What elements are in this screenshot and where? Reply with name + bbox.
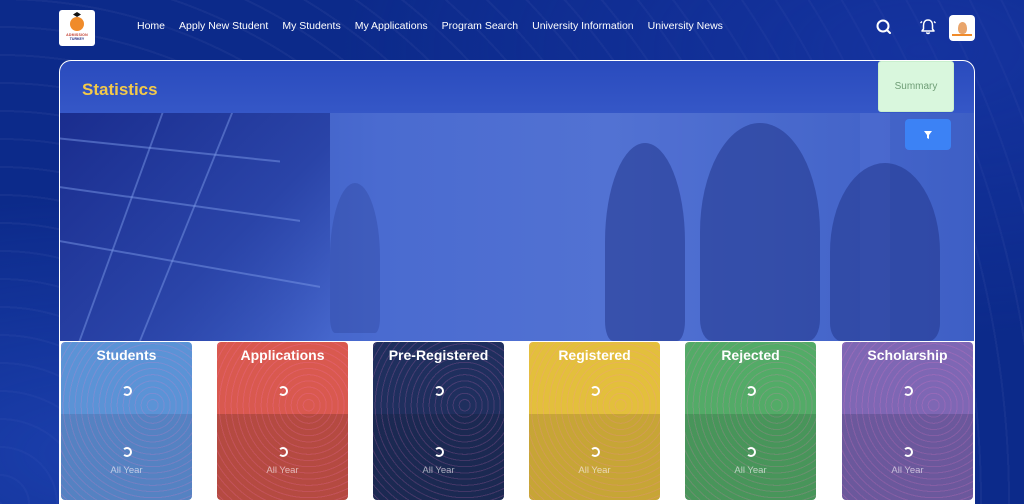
user-avatar[interactable]	[949, 15, 975, 41]
loading-spinner-icon	[122, 386, 132, 396]
admission-turkey-logo[interactable]: ADMISSION TURKEY	[59, 10, 95, 46]
nav-university-news[interactable]: University News	[648, 20, 723, 32]
stat-card-label: Scholarship	[867, 347, 948, 363]
search-icon[interactable]	[874, 17, 894, 37]
stat-cards-row: Students All Year Applications All Year …	[60, 341, 974, 504]
stat-card-label: Rejected	[721, 347, 780, 363]
nav-home[interactable]: Home	[137, 20, 165, 32]
bell-icon[interactable]	[918, 17, 938, 37]
loading-spinner-icon	[278, 386, 288, 396]
loading-spinner-icon	[746, 386, 756, 396]
stat-card-label: Registered	[558, 347, 631, 363]
loading-spinner-icon	[122, 447, 132, 457]
panel-header: Statistics Summary	[60, 61, 974, 113]
stat-card-period: All Year	[734, 465, 767, 476]
loading-spinner-icon	[278, 447, 288, 457]
stat-card-pre-registered[interactable]: Pre-Registered All Year	[373, 342, 504, 500]
stat-card-period: All Year	[110, 465, 143, 476]
nav-my-applications[interactable]: My Applications	[355, 20, 428, 32]
stat-card-label: Pre-Registered	[388, 347, 489, 363]
stat-card-registered[interactable]: Registered All Year	[529, 342, 660, 500]
stat-card-period: All Year	[578, 465, 611, 476]
loading-spinner-icon	[590, 447, 600, 457]
nav-program-search[interactable]: Program Search	[442, 20, 518, 32]
statistics-panel: Statistics Summary Students All Year App…	[59, 60, 975, 504]
main-menu: Home Apply New Student My Students My Ap…	[137, 20, 723, 32]
filter-icon	[924, 130, 932, 139]
avatar-image	[957, 22, 967, 34]
hero-banner-image	[60, 113, 974, 341]
stat-card-label: Applications	[240, 347, 325, 363]
nav-my-students[interactable]: My Students	[282, 20, 340, 32]
logo-text-line2: TURKEY	[69, 37, 85, 41]
loading-spinner-icon	[434, 447, 444, 457]
stat-card-label: Students	[96, 347, 157, 363]
summary-button[interactable]: Summary	[878, 61, 954, 112]
stat-card-period: All Year	[422, 465, 455, 476]
stat-card-period: All Year	[266, 465, 299, 476]
loading-spinner-icon	[590, 386, 600, 396]
stat-card-students[interactable]: Students All Year	[61, 342, 192, 500]
page-title: Statistics	[82, 80, 158, 99]
stat-card-scholarship[interactable]: Scholarship All Year	[842, 342, 973, 500]
loading-spinner-icon	[903, 447, 913, 457]
stat-card-rejected[interactable]: Rejected All Year	[685, 342, 816, 500]
nav-university-information[interactable]: University Information	[532, 20, 634, 32]
filter-button[interactable]	[905, 119, 951, 150]
stat-card-applications[interactable]: Applications All Year	[217, 342, 348, 500]
nav-apply-new-student[interactable]: Apply New Student	[179, 20, 268, 32]
loading-spinner-icon	[746, 447, 756, 457]
loading-spinner-icon	[903, 386, 913, 396]
loading-spinner-icon	[434, 386, 444, 396]
top-navbar: ADMISSION TURKEY Home Apply New Student …	[0, 0, 1024, 56]
stat-card-period: All Year	[891, 465, 924, 476]
globe-graduation-cap-icon	[70, 17, 84, 31]
